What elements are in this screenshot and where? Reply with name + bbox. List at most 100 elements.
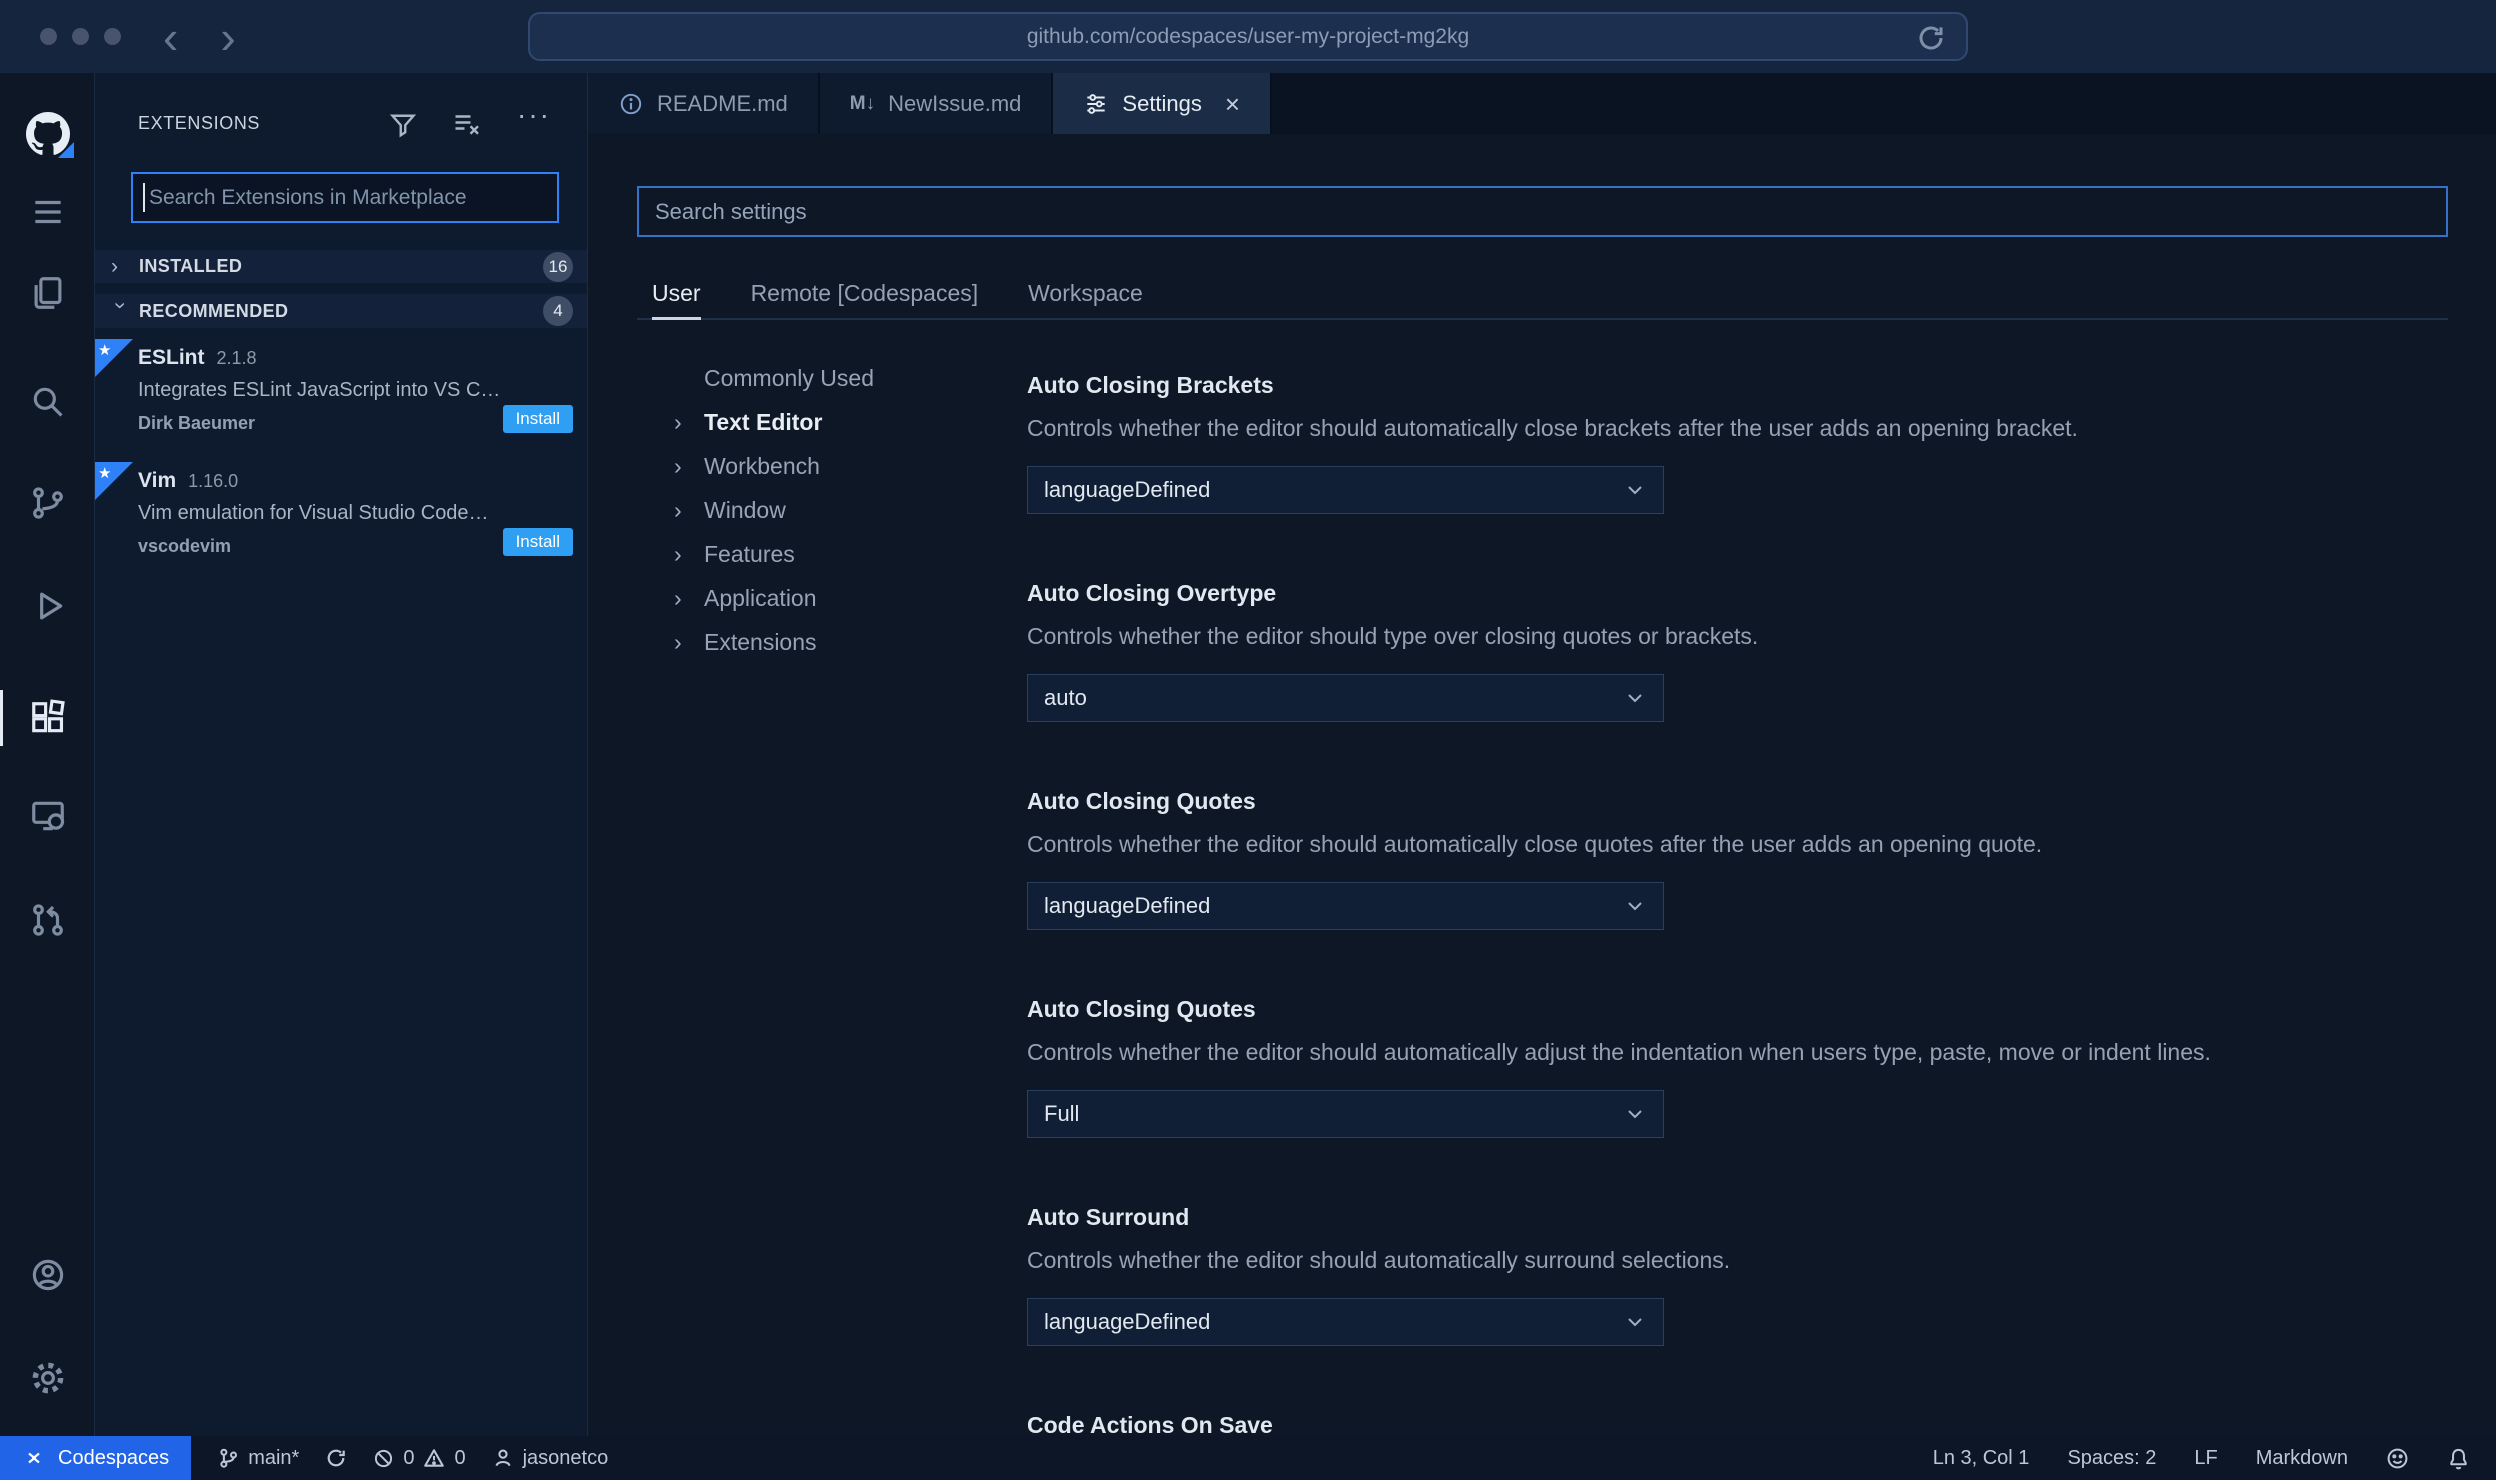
extension-name: Vim	[138, 469, 177, 492]
tab-label: README.md	[657, 90, 788, 116]
window-maximize-button[interactable]	[104, 28, 121, 45]
tab-newissue[interactable]: M↓ NewIssue.md	[819, 73, 1054, 134]
language-mode[interactable]: Markdown	[2256, 1447, 2348, 1470]
section-installed[interactable]: › INSTALLED 16	[95, 250, 587, 283]
setting-code-actions-on-save: Code Actions On Save	[1027, 1408, 2476, 1436]
extension-item-eslint[interactable]: ★ ESLint 2.1.8 Integrates ESLint JavaScr…	[95, 339, 587, 449]
scope-tab-remote[interactable]: Remote [Codespaces]	[751, 270, 979, 320]
sync-button[interactable]	[325, 1447, 347, 1469]
extension-item-vim[interactable]: ★ Vim 1.16.0 Vim emulation for Visual St…	[95, 462, 587, 572]
star-icon: ★	[98, 465, 112, 482]
cursor-position[interactable]: Ln 3, Col 1	[1933, 1447, 2030, 1470]
live-share-user[interactable]: jasonetco	[492, 1447, 608, 1470]
extension-version: 2.1.8	[216, 348, 257, 368]
window-controls	[40, 28, 121, 45]
toc-extensions[interactable]: › Extensions	[674, 620, 994, 664]
vscode-wedge-icon	[57, 142, 74, 158]
setting-description: Controls whether the editor should autom…	[1027, 415, 2078, 441]
toc-features[interactable]: › Features	[674, 532, 994, 576]
window-close-button[interactable]	[40, 28, 57, 45]
search-icon[interactable]	[0, 364, 95, 440]
settings-search-input[interactable]	[637, 186, 2448, 237]
indentation[interactable]: Spaces: 2	[2067, 1447, 2156, 1470]
reload-icon[interactable]	[1916, 23, 1946, 53]
setting-title: Auto Closing Quotes	[1027, 996, 1256, 1022]
chevron-down-icon: ›	[109, 302, 132, 309]
warnings-icon	[424, 1449, 445, 1467]
toc-window[interactable]: › Window	[674, 488, 994, 532]
run-debug-icon[interactable]	[0, 568, 95, 644]
settings-editor: User Remote [Codespaces] Workspace Commo…	[588, 134, 2496, 1436]
tab-label: Settings	[1122, 90, 1202, 116]
explorer-icon[interactable]	[0, 255, 95, 331]
notifications-bell-icon[interactable]	[2447, 1447, 2470, 1470]
install-button[interactable]: Install	[502, 528, 573, 556]
error-count: 0	[403, 1446, 415, 1469]
chevron-right-icon: ›	[674, 496, 682, 523]
account-icon[interactable]	[0, 1237, 95, 1313]
branch-name: main*	[248, 1446, 300, 1469]
problems-indicator[interactable]: 0 0	[373, 1446, 466, 1470]
extension-author: vscodevim	[138, 536, 232, 556]
toc-text-editor[interactable]: › Text Editor	[674, 400, 994, 444]
window-minimize-button[interactable]	[72, 28, 89, 45]
tab-readme[interactable]: README.md	[588, 73, 820, 134]
vscode-workbench: EXTENSIONS ··· › INSTALLED 16 › RECOMMEN…	[0, 73, 2496, 1436]
remote-indicator[interactable]: Codespaces	[0, 1436, 192, 1480]
menu-icon[interactable]	[0, 174, 95, 250]
source-control-icon[interactable]	[0, 465, 95, 541]
chevron-down-icon	[1623, 478, 1647, 502]
chevron-down-icon	[1623, 686, 1647, 710]
setting-auto-closing-brackets: Auto Closing Brackets Controls whether t…	[1027, 368, 2476, 514]
url-text: github.com/codespaces/user-my-project-mg…	[1026, 24, 1470, 48]
address-bar[interactable]: github.com/codespaces/user-my-project-mg…	[528, 12, 1968, 61]
feedback-smiley-icon[interactable]	[2386, 1447, 2409, 1470]
count-badge: 4	[543, 296, 573, 326]
settings-scope-tabs: User Remote [Codespaces] Workspace	[637, 270, 2448, 320]
browser-forward-button[interactable]: ›	[220, 14, 235, 60]
remote-explorer-icon[interactable]	[0, 778, 95, 854]
github-logo-icon	[0, 96, 95, 172]
section-label: INSTALLED	[139, 256, 243, 276]
setting-auto-indent: Auto Closing Quotes Controls whether the…	[1027, 992, 2476, 1138]
extensions-search-input[interactable]	[131, 172, 559, 223]
setting-auto-closing-quotes: Auto Closing Quotes Controls whether the…	[1027, 784, 2476, 930]
section-recommended[interactable]: › RECOMMENDED 4	[95, 294, 587, 328]
setting-dropdown[interactable]: languageDefined	[1027, 882, 1664, 930]
chevron-right-icon: ›	[111, 254, 118, 278]
tab-settings[interactable]: Settings ×	[1053, 73, 1273, 134]
setting-title: Auto Surround	[1027, 1204, 1190, 1230]
chevron-down-icon	[1623, 1102, 1647, 1126]
branch-indicator[interactable]: main*	[217, 1447, 299, 1470]
toc-application[interactable]: › Application	[674, 576, 994, 620]
setting-dropdown[interactable]: Full	[1027, 1090, 1664, 1138]
setting-dropdown[interactable]: auto	[1027, 674, 1664, 722]
extensions-icon[interactable]	[0, 680, 95, 756]
eol-indicator[interactable]: LF	[2194, 1447, 2217, 1470]
settings-gear-icon[interactable]	[0, 1340, 95, 1416]
setting-dropdown[interactable]: languageDefined	[1027, 466, 1664, 514]
count-badge: 16	[543, 251, 573, 282]
toc-commonly-used[interactable]: Commonly Used	[674, 356, 994, 400]
install-button[interactable]: Install	[502, 405, 573, 433]
browser-back-button[interactable]: ‹	[163, 14, 178, 60]
pull-requests-icon[interactable]	[0, 882, 95, 958]
setting-dropdown[interactable]: languageDefined	[1027, 1298, 1664, 1346]
warning-count: 0	[454, 1446, 466, 1469]
clear-search-results-icon[interactable]	[451, 109, 481, 139]
chevron-down-icon	[1623, 894, 1647, 918]
toc-workbench[interactable]: › Workbench	[674, 444, 994, 488]
tab-label: NewIssue.md	[888, 90, 1022, 116]
sync-icon	[327, 1449, 346, 1467]
text-cursor	[143, 183, 145, 212]
chevron-right-icon: ›	[674, 452, 682, 479]
more-actions-icon[interactable]: ···	[517, 99, 551, 131]
setting-auto-closing-overtype: Auto Closing Overtype Controls whether t…	[1027, 576, 2476, 722]
filter-icon[interactable]	[388, 109, 418, 139]
scope-tab-workspace[interactable]: Workspace	[1028, 270, 1143, 320]
chevron-down-icon	[1623, 1310, 1647, 1334]
close-icon[interactable]: ×	[1225, 91, 1240, 117]
scope-tab-user[interactable]: User	[652, 270, 701, 320]
setting-description: Controls whether the editor should autom…	[1027, 1039, 2211, 1065]
setting-description: Controls whether the editor should type …	[1027, 623, 1759, 649]
